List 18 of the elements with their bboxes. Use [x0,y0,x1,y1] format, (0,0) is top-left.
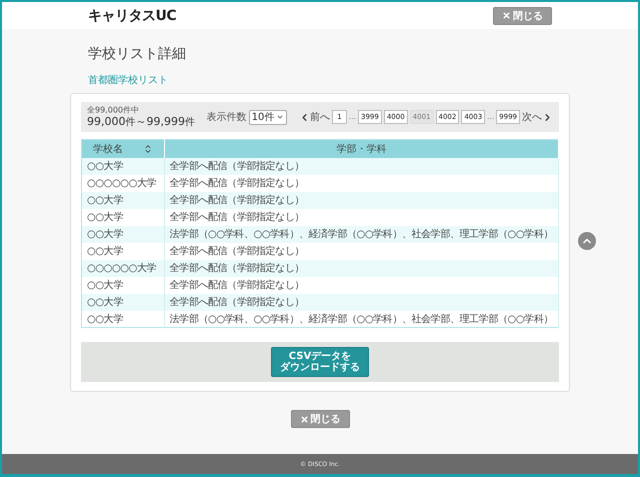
caret-icon [276,113,284,121]
table-cell: ○○大学 [82,310,164,328]
column-header: 学部・学科 [164,140,558,158]
prev-link[interactable]: 前へ [299,110,330,124]
range-text: 99,000件～99,999件 [87,116,195,129]
list-title: 首都圏学校リスト [88,74,169,87]
page-title: 学校リスト詳細 [88,45,187,63]
csv-download-button[interactable]: CSVデータを ダウンロードする [271,347,369,377]
per-page-label: 表示件数 [206,110,247,124]
table-cell: 法学部（○○学科、○○学科）、経済学部（○○学科）、社会学部、理工学部（○○学科） [164,310,558,328]
total-count: 全99,000件中 [87,106,140,116]
next-link[interactable]: 次へ [522,110,553,124]
logo: キャリタスUC [88,6,176,24]
per-page-select[interactable]: 10件 [248,110,288,124]
close-icon [502,11,511,20]
close-icon [300,414,308,424]
column-header[interactable]: 学校名 [82,140,164,158]
sort-icon[interactable] [142,144,153,154]
